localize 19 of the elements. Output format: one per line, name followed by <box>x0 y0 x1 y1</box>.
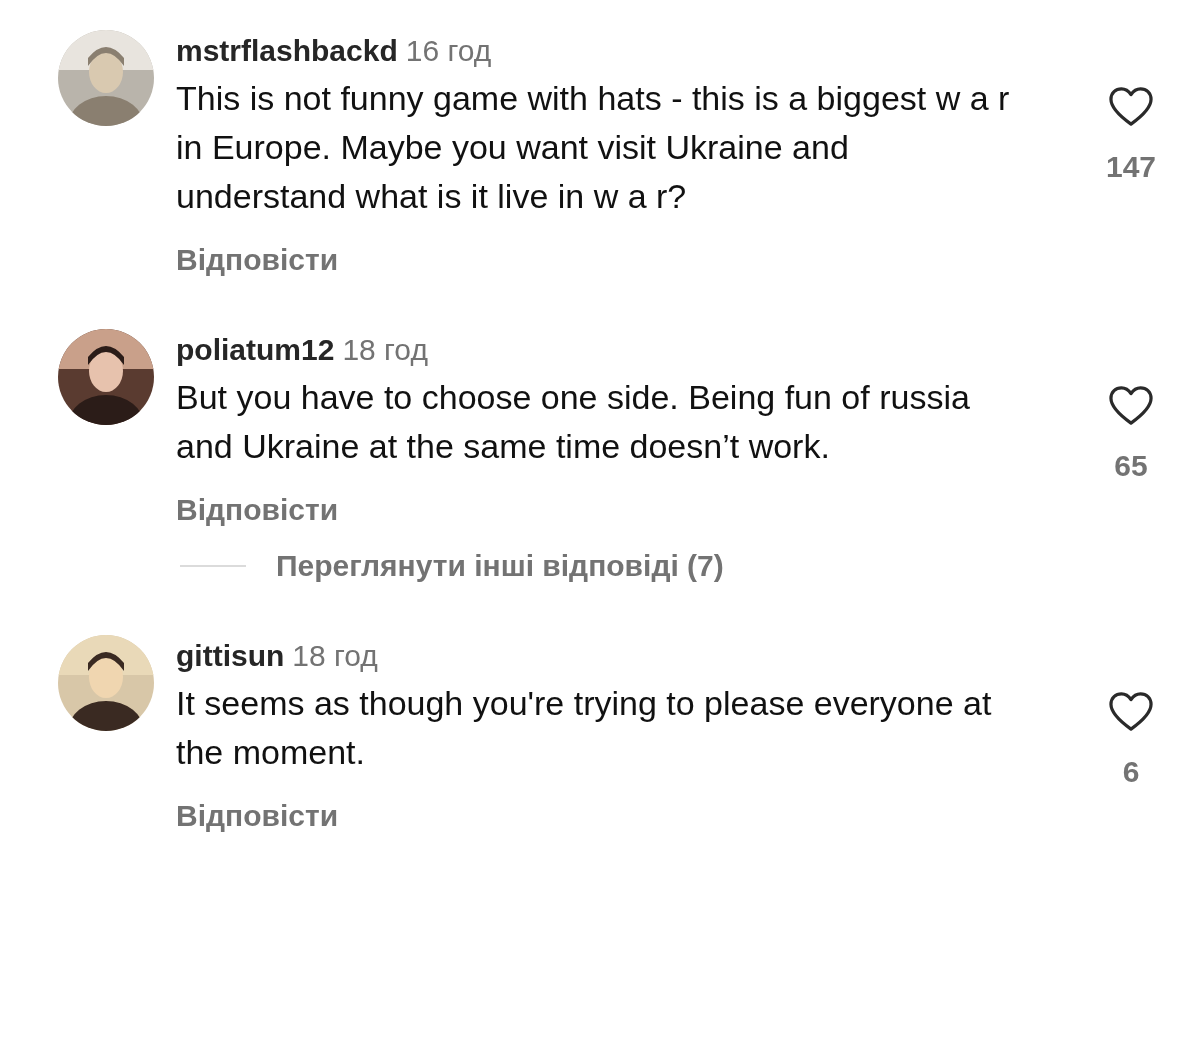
username[interactable]: gittisun <box>176 639 285 673</box>
reply-link[interactable]: Відповісти <box>176 243 1026 277</box>
like-count: 6 <box>1122 755 1140 789</box>
username[interactable]: poliatum12 <box>176 333 335 367</box>
heart-icon[interactable] <box>1108 86 1154 128</box>
like-count: 65 <box>1114 449 1148 483</box>
heart-icon[interactable] <box>1108 385 1154 427</box>
reply-link[interactable]: Відповісти <box>176 493 1026 527</box>
comment-text: But you have to choose one side. Being fun of russia and Ukraine at the same time doesn’t work. <box>176 377 971 467</box>
reply-link[interactable]: Відповісти <box>176 799 1026 833</box>
timestamp: 18 год <box>342 333 428 367</box>
timestamp: 18 год <box>292 639 378 673</box>
view-replies-link[interactable]: Переглянути інші відповіді (7) <box>276 549 724 583</box>
timestamp: 16 год <box>405 34 492 68</box>
comment-text: It seems as though you're trying to please everyone at the moment. <box>176 683 993 773</box>
heart-icon[interactable] <box>1108 691 1154 733</box>
username[interactable]: mstrflashbackd <box>176 34 398 68</box>
comment-text: This is not funny game with hats - this is a biggest w a r in Europe. Maybe you want visit Ukraine and understand what is it live in w a r? <box>176 78 1011 217</box>
like-count: 147 <box>1105 150 1157 184</box>
